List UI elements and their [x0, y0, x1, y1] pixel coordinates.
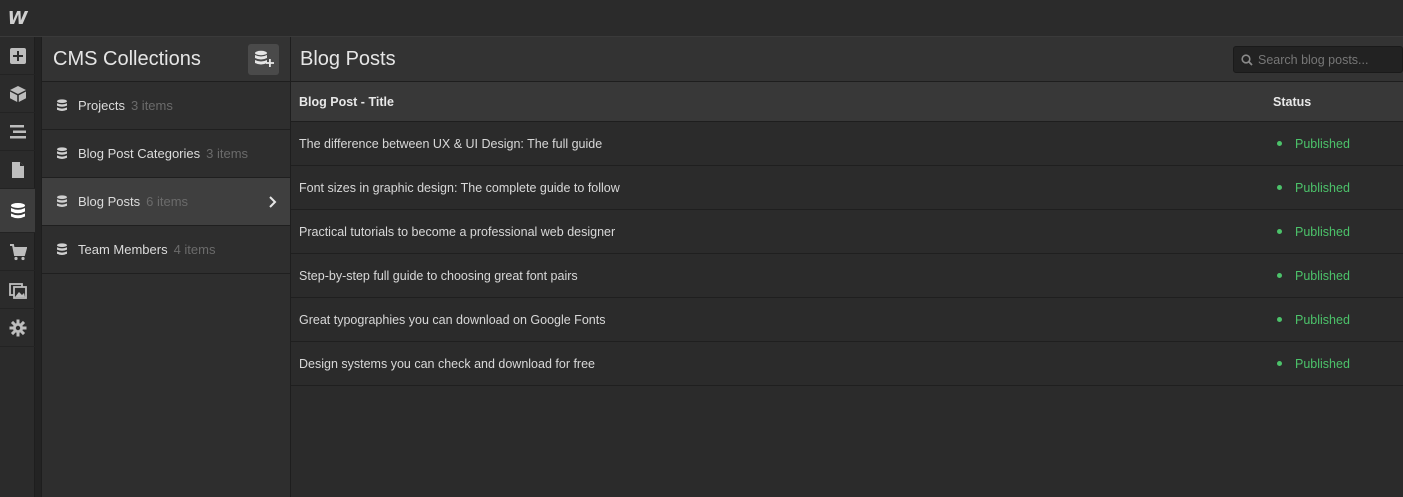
collection-count: 6 items: [146, 194, 189, 209]
chevron-right-icon: [269, 196, 277, 208]
status-dot: [1277, 361, 1282, 366]
collection-label: Team Members: [78, 242, 168, 257]
add-database-icon: [254, 50, 274, 67]
assets-icon[interactable]: [0, 271, 35, 309]
search-box[interactable]: [1233, 46, 1403, 73]
table-row[interactable]: Step-by-step full guide to choosing grea…: [291, 254, 1403, 298]
collection-count: 4 items: [173, 242, 216, 257]
status-label: Published: [1295, 180, 1350, 195]
add-icon[interactable]: [0, 37, 35, 75]
status-dot: [1277, 141, 1282, 146]
top-bar: W: [0, 0, 1403, 37]
database-icon[interactable]: [0, 189, 35, 233]
status-dot: [1277, 185, 1282, 190]
table-row[interactable]: Great typographies you can download on G…: [291, 298, 1403, 342]
status-badge: Published: [1273, 225, 1403, 239]
status-label: Published: [1295, 268, 1350, 283]
collection-label: Blog Post Categories: [78, 146, 201, 161]
table-row[interactable]: Practical tutorials to become a professi…: [291, 210, 1403, 254]
column-header-title[interactable]: Blog Post - Title: [291, 95, 1273, 109]
table-row[interactable]: Font sizes in graphic design: The comple…: [291, 166, 1403, 210]
collection-label: Blog Posts: [78, 194, 141, 209]
collection-count: 3 items: [130, 98, 173, 113]
row-title: The difference between UX & UI Design: T…: [299, 136, 603, 151]
collection-label: Projects: [78, 98, 125, 113]
row-title: Great typographies you can download on G…: [299, 312, 606, 327]
status-dot: [1277, 229, 1282, 234]
status-label: Published: [1295, 136, 1350, 151]
collections-panel: CMS Collections Projects 3 items Blog Po…: [41, 37, 291, 497]
status-label: Published: [1295, 356, 1350, 371]
gear-icon[interactable]: [0, 309, 35, 347]
left-icon-rail: [0, 37, 35, 497]
collection-item-projects[interactable]: Projects 3 items: [42, 82, 290, 130]
row-title: Design systems you can check and downloa…: [299, 356, 595, 371]
row-title: Practical tutorials to become a professi…: [299, 224, 616, 239]
status-badge: Published: [1273, 313, 1403, 327]
navigator-icon[interactable]: [0, 113, 35, 151]
search-icon: [1241, 53, 1253, 66]
database-icon: [57, 195, 67, 207]
cube-icon[interactable]: [0, 75, 35, 113]
row-title: Font sizes in graphic design: The comple…: [299, 180, 620, 195]
add-collection-button[interactable]: [248, 43, 279, 75]
status-badge: Published: [1273, 181, 1403, 195]
pages-icon[interactable]: [0, 151, 35, 189]
cart-icon[interactable]: [0, 233, 35, 271]
status-label: Published: [1295, 312, 1350, 327]
collections-header: CMS Collections: [42, 37, 290, 82]
table-header: Blog Post - Title Status: [291, 82, 1403, 122]
status-badge: Published: [1273, 357, 1403, 371]
search-input[interactable]: [1258, 52, 1398, 67]
collection-item-team-members[interactable]: Team Members 4 items: [42, 226, 290, 274]
status-dot: [1277, 317, 1282, 322]
table-row[interactable]: The difference between UX & UI Design: T…: [291, 122, 1403, 166]
row-title: Step-by-step full guide to choosing grea…: [299, 268, 578, 283]
database-icon: [57, 243, 67, 255]
status-label: Published: [1295, 224, 1350, 239]
database-icon: [57, 99, 67, 111]
status-dot: [1277, 273, 1282, 278]
collection-item-blog-post-categories[interactable]: Blog Post Categories 3 items: [42, 130, 290, 178]
column-header-status[interactable]: Status: [1273, 95, 1403, 109]
status-badge: Published: [1273, 269, 1403, 283]
main-panel: Blog Posts Blog Post - Title Status The …: [291, 37, 1403, 497]
collections-title: CMS Collections: [53, 47, 201, 70]
table-row[interactable]: Design systems you can check and downloa…: [291, 342, 1403, 386]
collection-count: 3 items: [206, 146, 249, 161]
status-badge: Published: [1273, 137, 1403, 151]
page-title: Blog Posts: [300, 47, 396, 70]
webflow-logo[interactable]: W: [0, 0, 35, 37]
collection-item-blog-posts[interactable]: Blog Posts 6 items: [42, 178, 290, 226]
main-header: Blog Posts: [291, 37, 1403, 82]
database-icon: [57, 147, 67, 159]
